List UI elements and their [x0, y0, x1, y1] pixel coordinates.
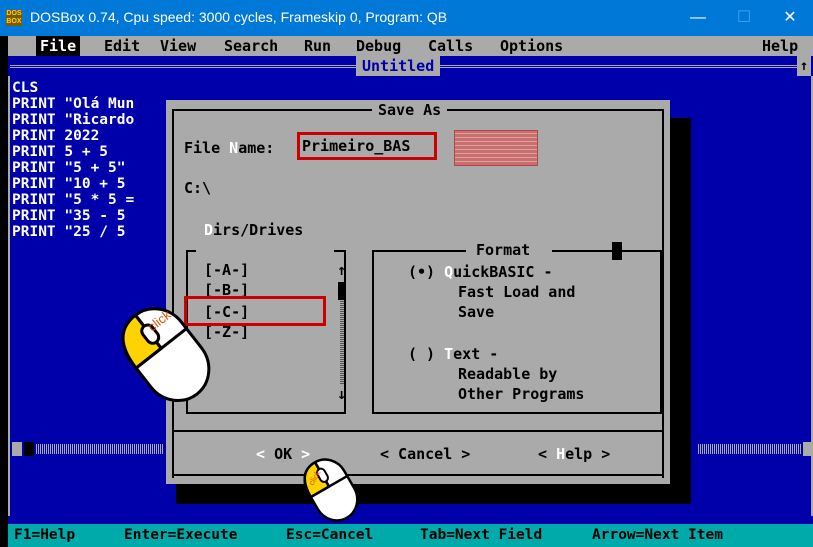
menu-calls[interactable]: Calls	[428, 36, 473, 56]
code-line: PRINT "Olá Mun	[12, 96, 135, 112]
code-line: PRINT "25 / 5	[12, 224, 126, 240]
format-top-left	[372, 250, 466, 252]
status-f1-help[interactable]: F1=Help	[14, 524, 75, 547]
menu-view[interactable]: View	[160, 36, 196, 56]
scroll-track-right[interactable]	[698, 444, 802, 454]
menu-debug[interactable]: Debug	[356, 36, 401, 56]
mouse-click-small-icon: click	[303, 458, 359, 522]
format-title: Format	[476, 241, 531, 259]
code-line: CLS	[12, 80, 39, 96]
menu-run[interactable]: Run	[304, 36, 331, 56]
menu-edit[interactable]: Edit	[104, 36, 140, 56]
quickbasic-desc-1: Fast Load and	[458, 283, 576, 301]
code-line: PRINT 2022	[12, 128, 100, 144]
menu-options[interactable]: Options	[500, 36, 563, 56]
list-scroll-thumb[interactable]	[338, 282, 346, 300]
scroll-track-left[interactable]	[36, 444, 164, 454]
code-editor[interactable]: CLS PRINT "Olá Mun PRINT "Ricardo PRINT …	[12, 80, 134, 240]
list-top-right	[334, 250, 346, 252]
save-as-dialog: Save As File Name: Primeiro_BAS C:\ Dirs…	[166, 100, 670, 484]
keyboard-icon	[454, 130, 538, 166]
mouse-click-icon: click	[121, 307, 211, 402]
code-line: PRINT "5 + 5"	[12, 160, 126, 176]
scroll-left-arrow[interactable]	[12, 442, 22, 456]
code-line: PRINT "Ricardo	[12, 112, 135, 128]
window-titlebar[interactable]: DOS BOX DOSBox 0.74, Cpu speed: 3000 cyc…	[0, 0, 813, 36]
list-scroll-track[interactable]	[340, 300, 344, 384]
menu-bar: File Edit View Search Run Debug Calls Op…	[8, 36, 813, 56]
dialog-left-border	[172, 109, 174, 478]
code-line: PRINT 5 + 5	[12, 144, 109, 160]
code-line: PRINT "10 + 5	[12, 176, 126, 192]
radio-quickbasic[interactable]: (•) QuickBASIC -	[408, 262, 553, 282]
dirs-drives-label: Dirs/Drives	[204, 221, 304, 239]
file-name-input[interactable]: Primeiro_BAS	[302, 136, 410, 156]
status-enter[interactable]: Enter=Execute	[124, 524, 238, 547]
maximize-arrow-icon[interactable]: ↑	[797, 56, 811, 76]
editor-left-border	[8, 76, 10, 516]
current-path: C:\	[184, 179, 212, 197]
menu-search[interactable]: Search	[224, 36, 278, 56]
scroll-up-arrow-icon[interactable]: ↑	[337, 260, 346, 280]
dialog-bottom-border	[172, 474, 664, 476]
minimize-button[interactable]: —	[675, 0, 721, 36]
quickbasic-desc-2: Save	[458, 303, 495, 321]
dialog-button-separator	[172, 430, 664, 432]
format-top-right	[552, 250, 662, 252]
scroll-down-arrow-icon[interactable]: ↓	[337, 384, 346, 404]
dosbox-app-icon: DOS BOX	[6, 10, 22, 26]
text-desc-1: Readable by	[458, 365, 558, 383]
window-title: DOSBox 0.74, Cpu speed: 3000 cycles, Fra…	[30, 9, 448, 25]
document-title: Untitled	[356, 56, 441, 76]
menu-file[interactable]: File	[36, 36, 81, 56]
code-line: PRINT "35 - 5	[12, 208, 126, 224]
status-tab[interactable]: Tab=Next Field	[420, 524, 542, 547]
text-desc-2: Other Programs	[458, 385, 585, 403]
document-title-bar: Untitled ↑	[8, 56, 813, 76]
close-button[interactable]: ✕	[767, 0, 813, 36]
scroll-thumb[interactable]	[24, 442, 34, 456]
code-line: PRINT "5 * 5 =	[12, 192, 135, 208]
radio-text[interactable]: ( ) Text -	[408, 344, 498, 364]
scroll-right-arrow[interactable]	[803, 442, 811, 456]
format-cursor-block	[612, 242, 622, 260]
status-bar: F1=Help Enter=Execute Esc=Cancel Tab=Nex…	[8, 524, 813, 547]
dialog-right-border	[662, 109, 664, 478]
status-arrow[interactable]: Arrow=Next Item	[592, 524, 723, 547]
menu-help[interactable]: Help	[762, 36, 798, 56]
maximize-button[interactable]: ☐	[721, 0, 767, 36]
cancel-button[interactable]: < Cancel >	[380, 444, 470, 464]
help-button[interactable]: < Help >	[538, 444, 610, 464]
dialog-title: Save As	[372, 100, 448, 120]
drive-a[interactable]: [-A-]	[204, 260, 249, 280]
list-top-left	[186, 250, 196, 252]
file-name-label: File Name:	[184, 139, 275, 157]
